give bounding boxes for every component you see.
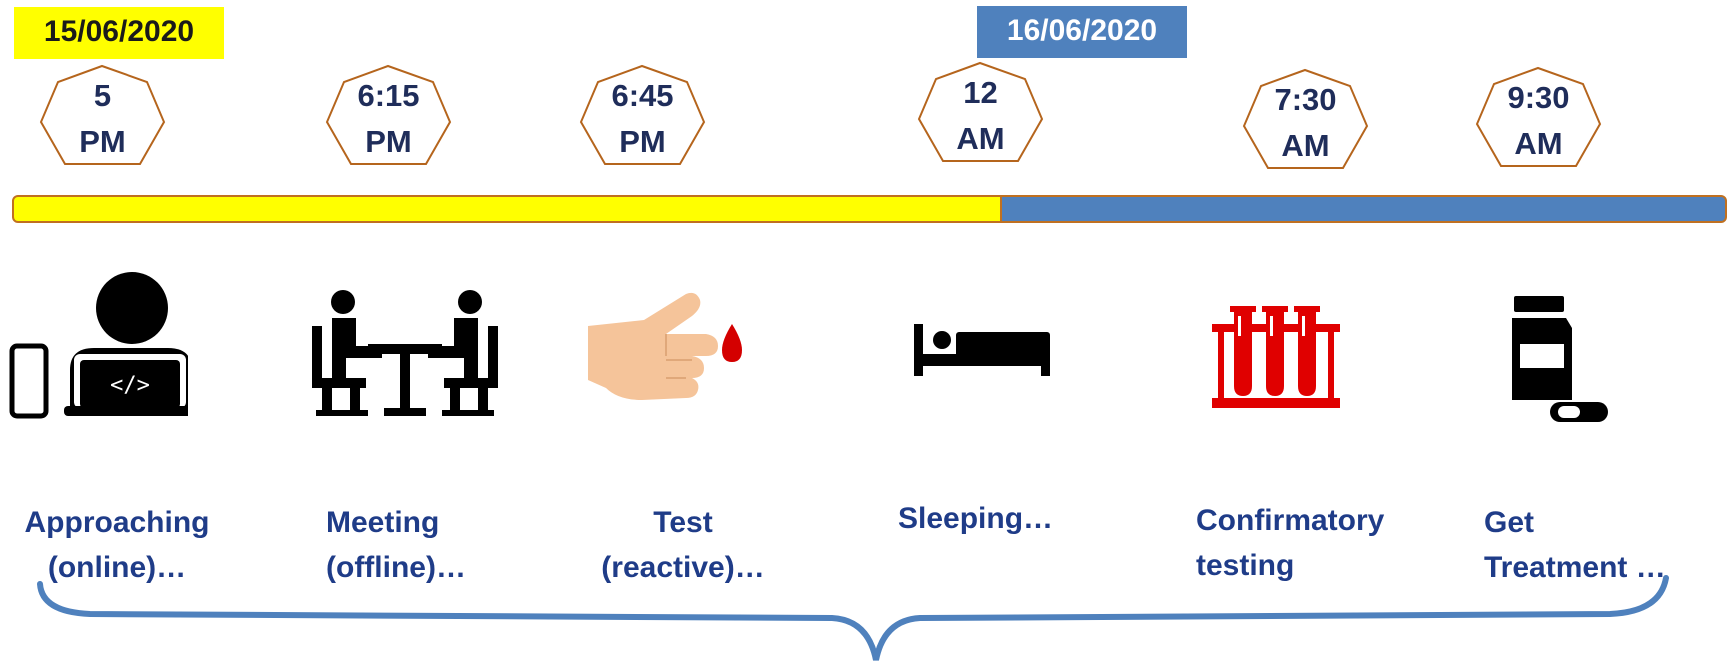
grouping-brace <box>37 575 1669 661</box>
